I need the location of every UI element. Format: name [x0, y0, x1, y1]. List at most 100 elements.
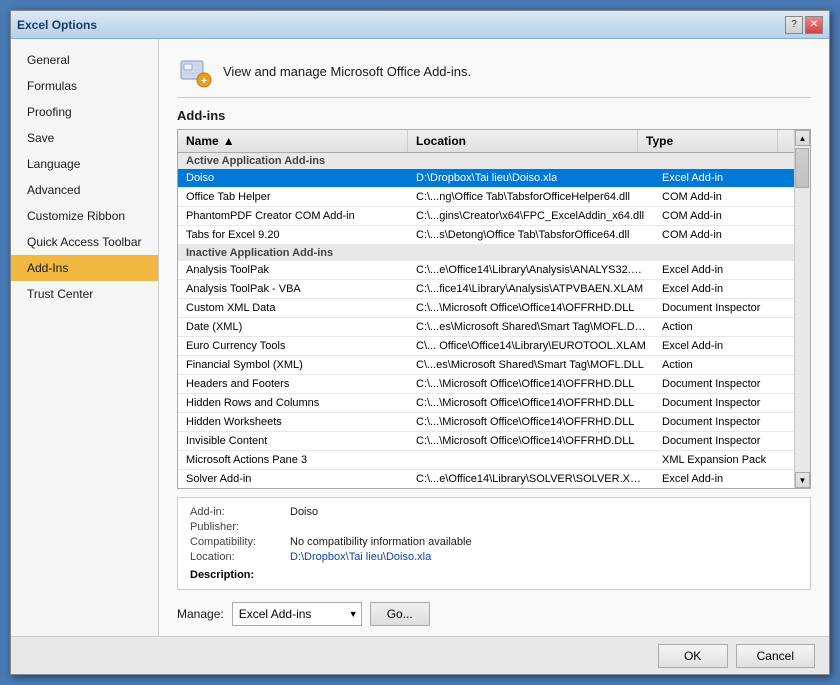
- row-type: Document Inspector: [654, 375, 794, 393]
- scroll-down-button[interactable]: ▼: [795, 472, 810, 488]
- row-name: Analysis ToolPak - VBA: [178, 280, 408, 298]
- sidebar-item-trust-center[interactable]: Trust Center: [11, 281, 158, 307]
- table-row[interactable]: Solver Add-in C:\...e\Office14\Library\S…: [178, 470, 794, 488]
- description-row: Description:: [190, 569, 798, 581]
- table-row[interactable]: Custom XML Data C:\...\Microsoft Office\…: [178, 299, 794, 318]
- row-type: Excel Add-in: [654, 280, 794, 298]
- table-row[interactable]: Analysis ToolPak - VBA C:\...fice14\Libr…: [178, 280, 794, 299]
- info-row-publisher: Publisher:: [190, 521, 798, 533]
- row-name: Microsoft Actions Pane 3: [178, 451, 408, 469]
- row-type: COM Add-in: [654, 188, 794, 206]
- scroll-thumb[interactable]: [795, 148, 809, 188]
- sidebar-item-customize-ribbon[interactable]: Customize Ribbon: [11, 203, 158, 229]
- row-location: C:\...gins\Creator\x64\FPC_ExcelAddin_x6…: [408, 207, 654, 225]
- table-row[interactable]: Microsoft Actions Pane 3 XML Expansion P…: [178, 451, 794, 470]
- addin-info-section: Add-in: Doiso Publisher: Compatibility: …: [177, 497, 811, 590]
- section-title: Add-ins: [177, 108, 811, 123]
- row-location: C:\...\Microsoft Office\Office14\OFFRHD.…: [408, 432, 654, 450]
- table-row[interactable]: Financial Symbol (XML) C\...es\Microsoft…: [178, 356, 794, 375]
- table-row[interactable]: Invisible Content C:\...\Microsoft Offic…: [178, 432, 794, 451]
- table-row[interactable]: Hidden Worksheets C:\...\Microsoft Offic…: [178, 413, 794, 432]
- row-name: Headers and Footers: [178, 375, 408, 393]
- close-button[interactable]: ✕: [805, 16, 823, 34]
- scroll-track[interactable]: [795, 146, 810, 472]
- manage-label: Manage:: [177, 607, 224, 621]
- sidebar-item-language[interactable]: Language: [11, 151, 158, 177]
- sidebar-item-advanced[interactable]: Advanced: [11, 177, 158, 203]
- table-row[interactable]: Analysis ToolPak C:\...e\Office14\Librar…: [178, 261, 794, 280]
- main-panel: + View and manage Microsoft Office Add-i…: [159, 39, 829, 636]
- row-location: C:\...\Microsoft Office\Office14\OFFRHD.…: [408, 299, 654, 317]
- table-row[interactable]: Date (XML) C:\...es\Microsoft Shared\Sma…: [178, 318, 794, 337]
- ok-button[interactable]: OK: [658, 644, 728, 668]
- compatibility-value: No compatibility information available: [290, 536, 472, 548]
- sidebar: General Formulas Proofing Save Language …: [11, 39, 159, 636]
- publisher-label: Publisher:: [190, 521, 290, 533]
- table-row[interactable]: Tabs for Excel 9.20 C:\...s\Detong\Offic…: [178, 226, 794, 245]
- sidebar-item-addins[interactable]: Add-Ins: [11, 255, 158, 281]
- info-row-addin: Add-in: Doiso: [190, 506, 798, 518]
- footer-bar: OK Cancel: [11, 636, 829, 674]
- compatibility-label: Compatibility:: [190, 536, 290, 548]
- row-name: Office Tab Helper: [178, 188, 408, 206]
- panel-header: + View and manage Microsoft Office Add-i…: [177, 53, 811, 98]
- table-row[interactable]: Hidden Rows and Columns C:\...\Microsoft…: [178, 394, 794, 413]
- row-location: C:\...es\Microsoft Shared\Smart Tag\MOFL…: [408, 318, 654, 336]
- table-row[interactable]: PhantomPDF Creator COM Add-in C:\...gins…: [178, 207, 794, 226]
- row-name: Tabs for Excel 9.20: [178, 226, 408, 244]
- table-inner: Name ▲ Location Type Active Application …: [178, 130, 794, 488]
- col-header-name: Name ▲: [178, 130, 408, 152]
- addins-table-container: Name ▲ Location Type Active Application …: [177, 129, 811, 489]
- row-location: C:\...s\Detong\Office Tab\TabsforOffice6…: [408, 226, 654, 244]
- table-body[interactable]: Active Application Add-ins Doiso D:\Drop…: [178, 153, 794, 488]
- sidebar-item-formulas[interactable]: Formulas: [11, 73, 158, 99]
- row-type: Document Inspector: [654, 299, 794, 317]
- sidebar-item-proofing[interactable]: Proofing: [11, 99, 158, 125]
- scroll-up-button[interactable]: ▲: [795, 130, 810, 146]
- row-location: C\...es\Microsoft Shared\Smart Tag\MOFL.…: [408, 356, 654, 374]
- table-row[interactable]: Office Tab Helper C:\...ng\Office Tab\Ta…: [178, 188, 794, 207]
- row-type: Excel Add-in: [654, 261, 794, 279]
- row-name: Date (XML): [178, 318, 408, 336]
- row-name: Analysis ToolPak: [178, 261, 408, 279]
- manage-select-wrapper[interactable]: Excel Add-ins ▼: [232, 602, 362, 626]
- row-type: Excel Add-in: [654, 337, 794, 355]
- sidebar-item-save[interactable]: Save: [11, 125, 158, 151]
- info-row-compatibility: Compatibility: No compatibility informat…: [190, 536, 798, 548]
- row-location: [408, 451, 654, 469]
- table-row[interactable]: Euro Currency Tools C\... Office\Office1…: [178, 337, 794, 356]
- panel-header-text: View and manage Microsoft Office Add-ins…: [223, 64, 471, 79]
- row-location: C:\...\Microsoft Office\Office14\OFFRHD.…: [408, 375, 654, 393]
- row-name: Hidden Worksheets: [178, 413, 408, 431]
- go-button[interactable]: Go...: [370, 602, 430, 626]
- svg-text:+: +: [201, 76, 207, 87]
- sidebar-item-general[interactable]: General: [11, 47, 158, 73]
- table-row[interactable]: Doiso D:\Dropbox\Tai lieu\Doiso.xla Exce…: [178, 169, 794, 188]
- manage-select[interactable]: Excel Add-ins: [232, 602, 362, 626]
- row-type: COM Add-in: [654, 226, 794, 244]
- col-header-location: Location: [408, 130, 638, 152]
- inactive-addins-header: Inactive Application Add-ins: [178, 245, 794, 261]
- info-row-location: Location: D:\Dropbox\Tai lieu\Doiso.xla: [190, 551, 798, 563]
- sidebar-item-quick-access[interactable]: Quick Access Toolbar: [11, 229, 158, 255]
- cancel-button[interactable]: Cancel: [736, 644, 815, 668]
- row-location: C:\...\Microsoft Office\Office14\OFFRHD.…: [408, 394, 654, 412]
- addins-icon: +: [177, 53, 213, 89]
- row-location: C:\...ng\Office Tab\TabsforOfficeHelper6…: [408, 188, 654, 206]
- row-name: Euro Currency Tools: [178, 337, 408, 355]
- scrollbar[interactable]: ▲ ▼: [794, 130, 810, 488]
- row-location: C\... Office\Office14\Library\EUROTOOL.X…: [408, 337, 654, 355]
- row-type: COM Add-in: [654, 207, 794, 225]
- row-name: Invisible Content: [178, 432, 408, 450]
- window-title: Excel Options: [17, 18, 97, 32]
- row-type: XML Expansion Pack: [654, 451, 794, 469]
- row-location: C:\...e\Office14\Library\Analysis\ANALYS…: [408, 261, 654, 279]
- active-addins-header: Active Application Add-ins: [178, 153, 794, 169]
- table-row[interactable]: Headers and Footers C:\...\Microsoft Off…: [178, 375, 794, 394]
- addin-label: Add-in:: [190, 506, 290, 518]
- row-type: Document Inspector: [654, 394, 794, 412]
- help-button[interactable]: ?: [785, 16, 803, 34]
- excel-options-dialog: Excel Options ? ✕ General Formulas Proof…: [10, 10, 830, 675]
- row-name: Solver Add-in: [178, 470, 408, 488]
- location-label: Location:: [190, 551, 290, 563]
